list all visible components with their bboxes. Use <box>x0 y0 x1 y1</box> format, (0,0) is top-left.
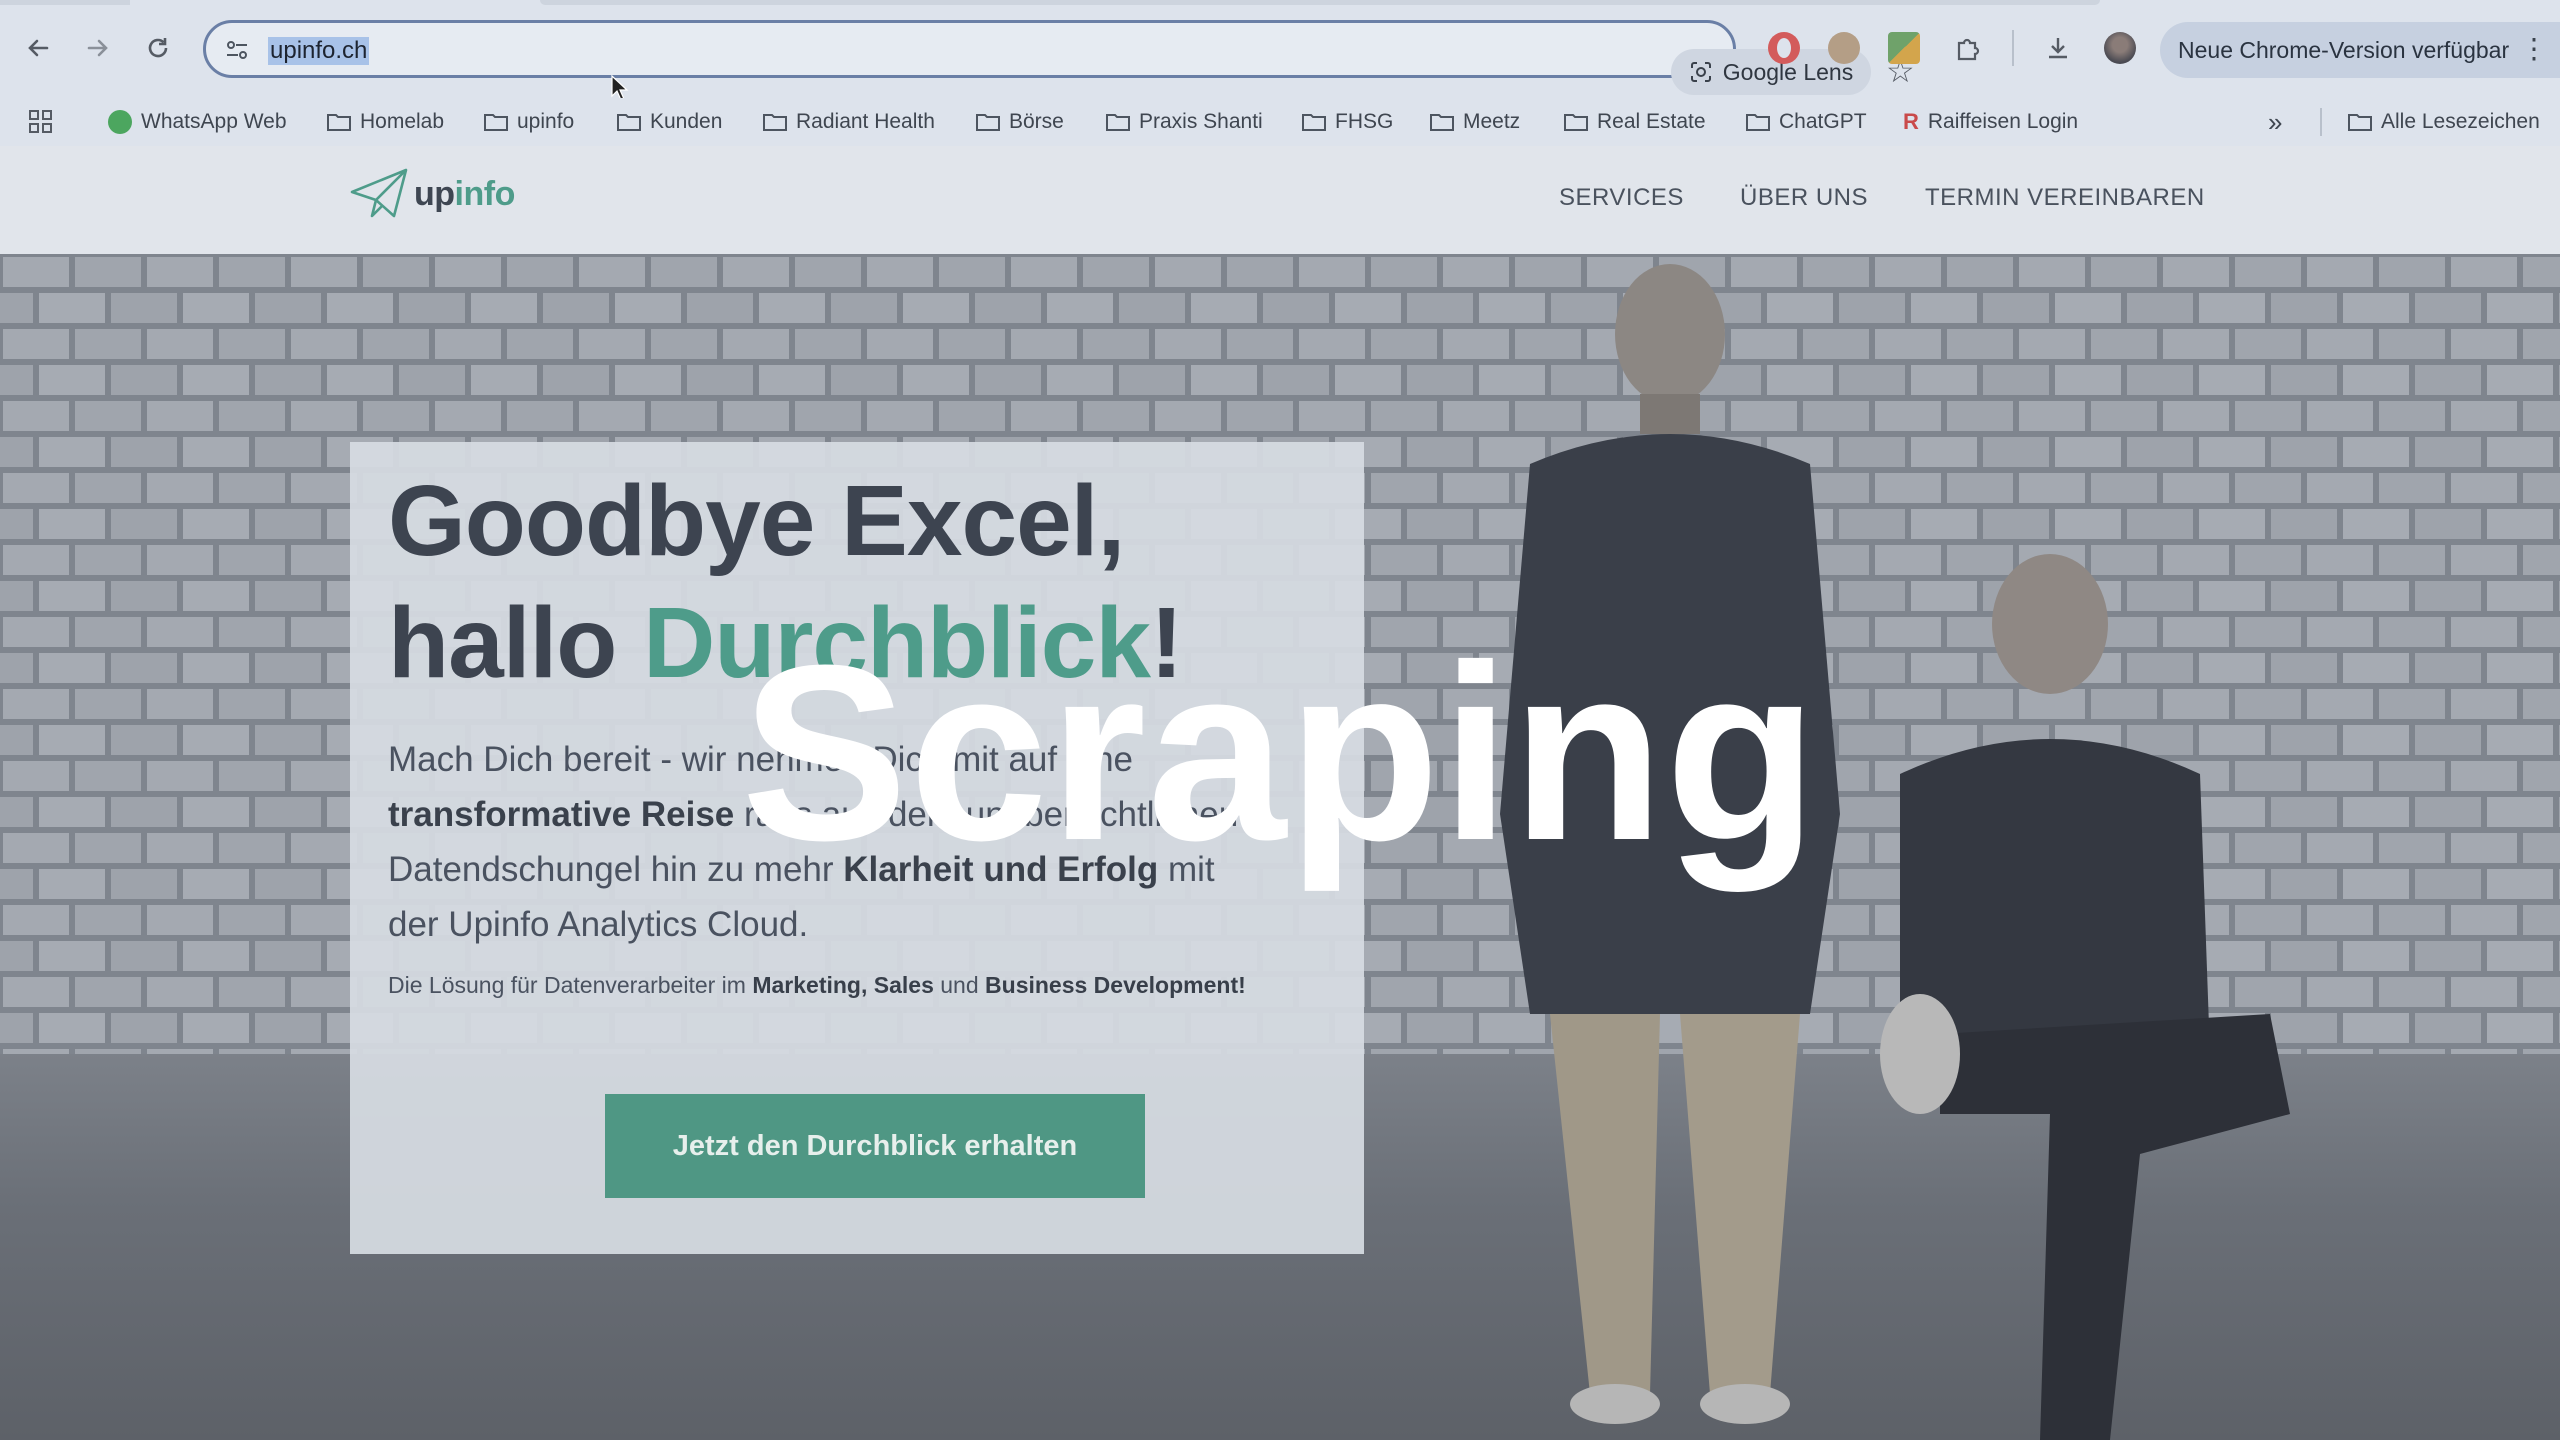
folder-icon <box>617 113 641 131</box>
apps-grid-icon[interactable] <box>28 106 54 138</box>
folder-icon <box>1430 113 1454 131</box>
hero-tagline: Die Lösung für Datenverarbeiter im Marke… <box>388 972 1246 999</box>
tab-strip-edge <box>0 0 130 5</box>
bookmark-praxis-shanti[interactable]: Praxis Shanti <box>1106 106 1263 138</box>
all-bookmarks-folder[interactable]: Alle Lesezeichen <box>2348 106 2540 138</box>
bookmark-label: Börse <box>1009 110 1064 133</box>
bookmark-fhsg[interactable]: FHSG <box>1302 106 1393 138</box>
logo-prefix: up <box>414 174 455 213</box>
headline-line-1: Goodbye Excel, <box>388 465 1125 577</box>
url-text[interactable]: upinfo.ch <box>268 37 370 65</box>
all-bookmarks-label: Alle Lesezeichen <box>2381 110 2540 133</box>
download-icon[interactable] <box>2040 30 2076 66</box>
folder-icon <box>484 113 508 131</box>
nav-services[interactable]: SERVICES <box>1559 184 1684 212</box>
bookmark-meetz[interactable]: Meetz <box>1430 106 1520 138</box>
folder-icon <box>1106 113 1130 131</box>
address-bar[interactable]: upinfo.ch Google Lens ☆ <box>203 20 1915 101</box>
bookmark-whatsapp[interactable]: WhatsApp Web <box>108 106 287 138</box>
avatar-extension-icon[interactable] <box>1828 32 1860 64</box>
tagline-part-2: und <box>933 972 986 998</box>
site-header: upinfo SERVICES ÜBER UNS TERMIN VEREINBA… <box>0 146 2560 254</box>
bookmark-raiffeisen[interactable]: R Raiffeisen Login <box>1903 106 2078 138</box>
browser-toolbar: upinfo.ch Google Lens ☆ Neue Chrome-Vers… <box>0 0 2560 101</box>
cta-button[interactable]: Jetzt den Durchblick erhalten <box>605 1094 1145 1198</box>
reload-icon[interactable] <box>140 30 176 66</box>
bookmark-label: Praxis Shanti <box>1139 110 1263 133</box>
bookmark-boerse[interactable]: Börse <box>976 106 1064 138</box>
toolbar-divider <box>2012 30 2014 66</box>
bookmark-label: Real Estate <box>1597 110 1706 133</box>
forward-icon[interactable] <box>80 30 116 66</box>
bookmark-label: Radiant Health <box>796 110 935 133</box>
bookmark-label: Meetz <box>1463 110 1521 133</box>
overlay-title: Scraping <box>741 613 1819 892</box>
bookmark-label: ChatGPT <box>1779 110 1867 133</box>
body-line-4: der Upinfo Analytics Cloud. <box>388 905 809 944</box>
overflow-label: » <box>2268 106 2283 137</box>
bookmarks-overflow-icon[interactable]: » <box>2268 106 2282 138</box>
bookmarks-bar: WhatsApp Web Homelab upinfo Kunden Radia… <box>0 98 2560 146</box>
bookmarks-divider <box>2320 108 2322 136</box>
folder-icon <box>2348 113 2372 131</box>
bookmark-radiant-health[interactable]: Radiant Health <box>763 106 935 138</box>
logo-text: upinfo <box>414 175 515 214</box>
raiffeisen-icon: R <box>1903 109 1919 134</box>
colorful-extension-icon[interactable] <box>1888 32 1920 64</box>
bookmark-label: FHSG <box>1335 110 1394 133</box>
bookmark-label: upinfo <box>517 110 575 133</box>
folder-icon <box>763 113 787 131</box>
tagline-bold-1: Marketing, Sales <box>752 972 934 998</box>
folder-icon <box>1746 113 1770 131</box>
logo-suffix: info <box>454 174 516 213</box>
folder-icon <box>976 113 1000 131</box>
nav-termin-vereinbaren[interactable]: TERMIN VEREINBAREN <box>1925 184 2205 212</box>
bookmark-label: Homelab <box>360 110 445 133</box>
tab-strip <box>540 0 2100 5</box>
opera-extension-icon[interactable] <box>1768 32 1800 64</box>
paper-plane-icon <box>350 168 408 218</box>
bookmark-kunden[interactable]: Kunden <box>617 106 722 138</box>
bookmark-homelab[interactable]: Homelab <box>327 106 444 138</box>
tagline-part-1: Die Lösung für Datenverarbeiter im <box>388 972 753 998</box>
bookmark-chatgpt[interactable]: ChatGPT <box>1746 106 1867 138</box>
whatsapp-icon <box>108 110 132 134</box>
upinfo-logo[interactable]: upinfo <box>350 168 515 220</box>
folder-icon <box>1564 113 1588 131</box>
lens-icon <box>1690 62 1711 82</box>
bookmark-label: Raiffeisen Login <box>1927 110 2079 133</box>
bookmark-upinfo[interactable]: upinfo <box>484 106 574 138</box>
bookmark-label: WhatsApp Web <box>141 110 287 133</box>
bookmark-real-estate[interactable]: Real Estate <box>1564 106 1706 138</box>
folder-icon <box>1302 113 1326 131</box>
extensions-puzzle-icon[interactable] <box>1950 30 1986 66</box>
tagline-bold-2: Business Development! <box>985 972 1246 998</box>
chrome-update-label: Neue Chrome-Version verfügbar <box>2178 36 2510 63</box>
nav-ueber-uns[interactable]: ÜBER UNS <box>1740 184 1868 212</box>
menu-kebab-icon[interactable]: ⋮ <box>2520 32 2548 65</box>
folder-icon <box>327 113 351 131</box>
bookmark-label: Kunden <box>650 110 723 133</box>
back-icon[interactable] <box>20 30 56 66</box>
profile-avatar[interactable] <box>2104 32 2136 64</box>
chrome-update-button[interactable]: Neue Chrome-Version verfügbar ⋮ <box>2160 22 2560 78</box>
site-info-icon[interactable] <box>224 37 250 63</box>
